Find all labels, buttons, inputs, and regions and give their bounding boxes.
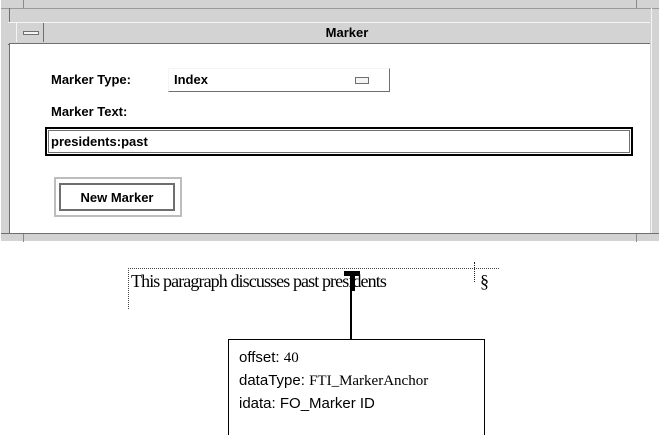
- marker-type-select[interactable]: Index: [168, 68, 390, 92]
- idata-label: idata:: [239, 395, 276, 412]
- marker-text-value: presidents:past: [51, 134, 148, 149]
- option-menu-indicator-icon: [355, 77, 369, 84]
- frame-corner-divider: [636, 234, 637, 242]
- window-right-frame[interactable]: [651, 8, 660, 234]
- marker-anchor-stem: [350, 271, 355, 291]
- frame-corner-divider: [636, 0, 637, 8]
- marker-text-label: Marker Text:: [51, 104, 128, 119]
- new-marker-button-label: New Marker: [80, 190, 154, 205]
- window-title: Marker: [325, 25, 369, 40]
- marker-info-callout: offset: 40 dataType: FTI_MarkerAnchor id…: [228, 339, 485, 435]
- window-top-frame[interactable]: [1, 0, 659, 9]
- window-bottom-frame[interactable]: [1, 233, 659, 242]
- frame-corner-divider: [23, 234, 24, 242]
- end-of-paragraph-mark: §: [480, 271, 489, 291]
- offset-line: offset: 40: [239, 348, 299, 368]
- window-menu-icon: [23, 31, 39, 35]
- marker-type-value: Index: [174, 72, 208, 87]
- offset-value: 40: [283, 350, 299, 366]
- offset-label: offset:: [239, 349, 280, 366]
- callout-connector-line: [350, 291, 352, 339]
- datatype-value: FTI_MarkerAnchor: [309, 373, 429, 389]
- new-marker-button[interactable]: New Marker: [59, 183, 175, 211]
- idata-line: idata: FO_Marker ID: [239, 394, 375, 414]
- idata-value: FO_Marker ID: [279, 395, 375, 412]
- datatype-label: dataType:: [239, 372, 305, 389]
- frame-corner-divider: [23, 0, 24, 8]
- marker-type-label: Marker Type:: [51, 72, 131, 87]
- text-cursor-guide: [474, 262, 476, 282]
- marker-text-input[interactable]: presidents:past: [45, 127, 633, 156]
- datatype-line: dataType: FTI_MarkerAnchor: [239, 371, 428, 391]
- window-menu-button[interactable]: [16, 23, 44, 42]
